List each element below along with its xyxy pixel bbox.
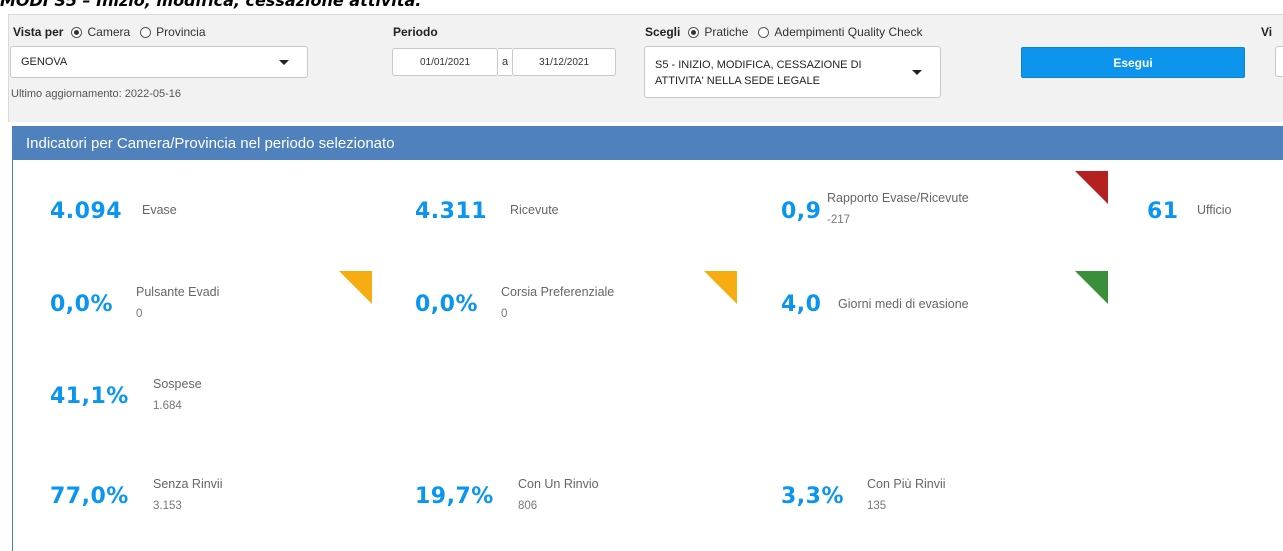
radio-camera-label: Camera (87, 25, 131, 39)
kpi-value: 41,1% (50, 384, 129, 409)
radio-quality-check-indicator[interactable] (758, 26, 770, 38)
status-flag-green (1075, 271, 1108, 304)
camera-select[interactable]: GENOVA (10, 46, 308, 78)
kpi-sub: 1.684 (153, 400, 182, 412)
kpi-value: 4.094 (50, 199, 123, 224)
date-to-input[interactable]: 31/12/2021 (512, 48, 616, 76)
page-title: MODI S5 – Inizio, modifica, cessazione a… (0, 0, 422, 10)
radio-pratiche-label: Pratiche (704, 25, 749, 39)
status-flag-red (1075, 171, 1108, 204)
kpi-value: 4.311 (415, 199, 488, 224)
pratica-select-line2: ATTIVITA' NELLA SEDE LEGALE (655, 75, 820, 87)
date-from-input[interactable]: 01/01/2021 (392, 48, 498, 76)
kpi-label: Senza Rinvii (153, 477, 223, 491)
kpi-rapporto: 0,9 Rapporto Evase/Ricevute -217 (781, 171, 1108, 247)
radio-quality-check-label: Adempimenti Quality Check (774, 25, 923, 39)
vista-label: Vista per (13, 25, 64, 39)
vista-group: Vista per Camera Provincia (13, 25, 216, 39)
pratica-select-line1: S5 - INIZIO, MODIFICA, CESSAZIONE DI (655, 59, 862, 71)
kpi-value: 77,0% (50, 484, 129, 509)
radio-provincia-indicator[interactable] (140, 26, 152, 38)
radio-pratiche-indicator[interactable] (688, 26, 700, 38)
radio-provincia[interactable]: Provincia (140, 25, 206, 39)
kpi-value: 4,0 (781, 292, 822, 317)
periodo-label: Periodo (393, 25, 438, 39)
kpi-giorni-medi: 4,0 Giorni medi di evasione (781, 267, 1108, 337)
kpi-sub: 0 (501, 308, 508, 320)
cut-off-select[interactable] (1275, 46, 1283, 77)
kpi-label: Sospese (153, 377, 202, 391)
kpi-label: Rapporto Evase/Ricevute (827, 191, 969, 205)
radio-pratiche[interactable]: Pratiche (688, 25, 748, 39)
kpi-con-un-rinvio: 19,7% Con Un Rinvio 806 (415, 459, 745, 529)
panel-header: Indicatori per Camera/Provincia nel peri… (13, 127, 1283, 160)
kpi-label: Pulsante Evadi (136, 285, 220, 299)
kpi-corsia-preferenziale: 0,0% Corsia Preferenziale 0 (415, 267, 745, 337)
kpi-value: 0,0% (50, 292, 114, 317)
camera-select-value: GENOVA (21, 56, 68, 68)
radio-camera[interactable]: Camera (71, 25, 130, 39)
scegli-label: Scegli (645, 25, 681, 39)
kpi-con-piu-rinvii: 3,3% Con Più Rinvii 135 (781, 459, 1108, 529)
filter-bar: Vista per Camera Provincia GENOVA Ultimo… (8, 14, 1283, 122)
kpi-pulsante-evadi: 0,0% Pulsante Evadi 0 (50, 267, 380, 337)
kpi-label: Con Un Rinvio (518, 477, 599, 491)
kpi-senza-rinvii: 77,0% Senza Rinvii 3.153 (50, 459, 380, 529)
kpi-value: 0,9 (781, 199, 822, 224)
kpi-ufficio: 61 Ufficio (1147, 177, 1283, 247)
kpi-label: Ricevute (510, 203, 559, 217)
kpi-sub: -217 (827, 214, 851, 226)
status-flag-yellow (704, 271, 737, 304)
kpi-label: Giorni medi di evasione (838, 297, 969, 311)
pratica-select[interactable]: S5 - INIZIO, MODIFICA, CESSAZIONE DI ATT… (644, 46, 941, 98)
kpi-label: Con Più Rinvii (867, 477, 946, 491)
scegli-group: Scegli Pratiche Adempimenti Quality Chec… (645, 25, 932, 39)
date-separator: a (498, 48, 512, 76)
kpi-value: 3,3% (781, 484, 845, 509)
kpi-ricevute: 4.311 Ricevute (415, 177, 745, 247)
kpi-value: 61 (1147, 199, 1179, 224)
periodo-group: Periodo (393, 25, 446, 39)
kpi-sub: 806 (518, 500, 538, 512)
radio-quality-check[interactable]: Adempimenti Quality Check (758, 25, 922, 39)
chevron-down-icon (279, 60, 289, 65)
radio-camera-indicator[interactable] (71, 26, 83, 38)
kpi-sub: 3.153 (153, 500, 182, 512)
cut-off-label: Vi (1261, 25, 1273, 39)
kpi-value: 0,0% (415, 292, 479, 317)
chevron-down-icon (912, 70, 922, 75)
kpi-sub: 135 (867, 500, 887, 512)
status-flag-yellow (339, 271, 372, 304)
kpi-label: Ufficio (1197, 203, 1232, 217)
radio-provincia-label: Provincia (156, 25, 206, 39)
kpi-label: Evase (142, 203, 177, 217)
kpi-label: Corsia Preferenziale (501, 285, 615, 299)
last-update-text: Ultimo aggiornamento: 2022-05-16 (11, 88, 181, 100)
kpi-evase: 4.094 Evase (50, 177, 380, 247)
indicators-panel: Indicatori per Camera/Provincia nel peri… (12, 126, 1283, 551)
kpi-sospese: 41,1% Sospese 1.684 (50, 359, 380, 429)
kpi-value: 19,7% (415, 484, 494, 509)
kpi-sub: 0 (136, 308, 143, 320)
run-button[interactable]: Esegui (1021, 47, 1245, 78)
